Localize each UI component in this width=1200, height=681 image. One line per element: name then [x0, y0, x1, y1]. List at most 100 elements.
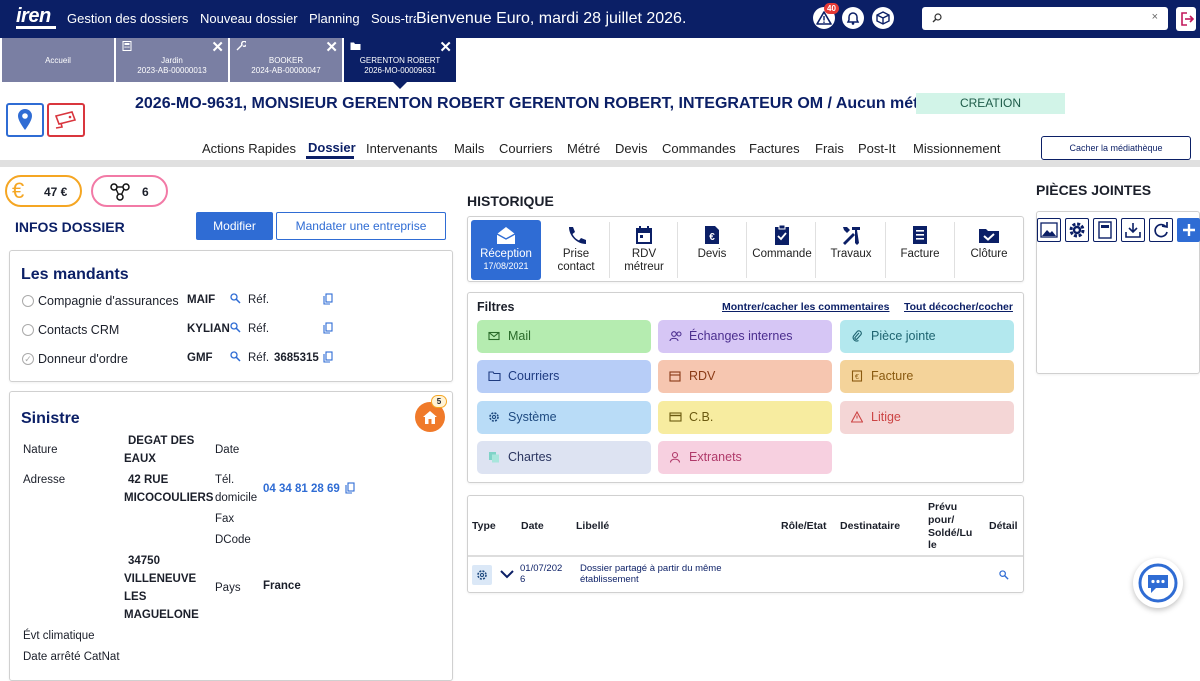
filter-rdv[interactable]: RDV [658, 360, 832, 393]
step-devis[interactable]: € Devis [680, 220, 744, 280]
search-clear-icon[interactable]: × [1152, 11, 1158, 23]
step-rdv-metreur[interactable]: RDV métreur [612, 220, 676, 280]
chat-button[interactable] [1133, 558, 1183, 608]
logout-button[interactable] [1176, 7, 1196, 31]
radio-contacts-crm[interactable] [22, 324, 34, 336]
dcode-label: DCode [215, 534, 251, 546]
city-line-4: MAGUELONE [124, 609, 199, 621]
tab-number: 2024-AB-00000047 [251, 66, 321, 75]
step-reception[interactable]: Réception 17/08/2021 [471, 220, 541, 280]
close-icon[interactable]: ✕ [325, 40, 338, 55]
step-commande[interactable]: Commande [749, 220, 815, 280]
mandants-title: Les mandants [21, 266, 129, 283]
step-label: Prise [562, 248, 590, 260]
refresh-button[interactable] [1149, 218, 1173, 242]
address-line-2: MICOCOULIERS [124, 492, 214, 504]
filter-mail[interactable]: Mail [477, 320, 651, 353]
fax-label: Fax [215, 513, 235, 525]
tel-label-1: Tél. [215, 474, 235, 486]
app-logo[interactable]: iren [16, 5, 56, 29]
search-icon[interactable] [230, 322, 241, 333]
box-icon[interactable] [872, 7, 894, 29]
pays-label: Pays [215, 582, 241, 594]
map-button[interactable] [6, 103, 44, 137]
tab-accueil[interactable]: Accueil [2, 38, 114, 82]
filter-label: Facture [871, 369, 914, 383]
tab-jardin[interactable]: ✕ Jardin 2023-AB-00000013 [116, 38, 228, 82]
chevron-down-icon[interactable] [500, 569, 514, 579]
copy-icon[interactable] [323, 293, 333, 305]
nav-planning[interactable]: Planning [309, 11, 360, 26]
filter-chartes[interactable]: Chartes [477, 441, 651, 474]
nav-sous-traitance[interactable]: Sous-traitance [371, 11, 416, 26]
add-attachment-button[interactable] [1177, 218, 1200, 242]
radio-compagnie[interactable] [22, 295, 34, 307]
pieces-jointes-title: PIÈCES JOINTES [1036, 182, 1152, 198]
tab-frais[interactable]: Frais [815, 141, 844, 156]
camera-button[interactable] [47, 103, 85, 137]
filter-courriers[interactable]: Courriers [477, 360, 651, 393]
tab-booker[interactable]: ✕ BOOKER 2024-AB-00000047 [230, 38, 342, 82]
filter-echanges-internes[interactable]: Échanges internes [658, 320, 832, 353]
users-icon [669, 331, 682, 342]
filter-litige[interactable]: Litige [840, 401, 1014, 434]
step-facture[interactable]: Facture [888, 220, 952, 280]
search-icon[interactable] [230, 293, 241, 304]
ref-label: Réf. [248, 352, 270, 364]
toggle-all-link[interactable]: Tout décocher/cocher [904, 301, 1013, 313]
filter-facture[interactable]: € Facture [840, 360, 1014, 393]
nav-gestion-dossiers[interactable]: Gestion des dossiers [67, 11, 188, 26]
radio-donneur-ordre[interactable]: ✓ [22, 353, 34, 365]
toggle-comments-link[interactable]: Montrer/cacher les commentaires [722, 301, 890, 313]
copy-icon[interactable] [323, 351, 333, 363]
tab-post-it[interactable]: Post-It [858, 141, 896, 156]
filter-systeme[interactable]: Système [477, 401, 651, 434]
tab-courriers[interactable]: Courriers [499, 141, 552, 156]
search-input[interactable] [946, 10, 1146, 26]
step-travaux[interactable]: Travaux [818, 220, 884, 280]
amount-pill[interactable]: € 47 € [5, 175, 82, 207]
tab-gerenton-robert[interactable]: ✕ GERENTON ROBERT 2026-MO-00009631 [344, 38, 456, 82]
clipboard-check-icon [775, 224, 789, 245]
filter-extranets[interactable]: Extranets [658, 441, 832, 474]
tab-number: 2023-AB-00000013 [137, 66, 207, 75]
mandate-company-button[interactable]: Mandater une entreprise [276, 212, 446, 240]
tab-devis[interactable]: Devis [615, 141, 648, 156]
step-prise-contact[interactable]: Prise contact [545, 220, 607, 280]
tab-mails[interactable]: Mails [454, 141, 484, 156]
mandants-card: Les mandants Compagnie d'assurances MAIF… [9, 250, 453, 382]
tel-value[interactable]: 04 34 81 28 69 [263, 483, 340, 495]
euro-doc-icon: € [851, 370, 863, 382]
settings-button[interactable] [1065, 218, 1089, 242]
tab-commandes[interactable]: Commandes [662, 141, 736, 156]
tab-metre[interactable]: Métré [567, 141, 600, 156]
euro-icon: € [12, 178, 25, 203]
filter-cb[interactable]: C.B. [658, 401, 832, 434]
tab-actions-rapides[interactable]: Actions Rapides [202, 141, 296, 156]
nav-nouveau-dossier[interactable]: Nouveau dossier [200, 11, 298, 26]
tab-missionnement[interactable]: Missionnement [913, 141, 1000, 156]
search-icon[interactable] [999, 570, 1009, 580]
copy-icon[interactable] [323, 322, 333, 334]
document-button[interactable] [1093, 218, 1117, 242]
close-icon[interactable]: ✕ [439, 40, 452, 55]
copy-icon[interactable] [345, 482, 355, 494]
tab-intervenants[interactable]: Intervenants [366, 141, 438, 156]
download-button[interactable] [1121, 218, 1145, 242]
search-icon[interactable] [230, 351, 241, 362]
hide-media-button[interactable]: Cacher la médiathèque [1041, 136, 1191, 160]
modify-button[interactable]: Modifier [196, 212, 273, 240]
tab-dossier[interactable]: Dossier [308, 140, 356, 155]
close-icon[interactable]: ✕ [211, 40, 224, 55]
filter-label: Système [508, 410, 557, 424]
paperclip-icon [852, 330, 862, 342]
bell-icon[interactable] [842, 7, 864, 29]
search-box[interactable]: × [922, 7, 1168, 30]
image-button[interactable] [1037, 218, 1061, 242]
linked-items-pill[interactable]: 6 [91, 175, 168, 207]
row-date-1: 01/07/202 [520, 563, 563, 574]
status-badge: CREATION [916, 93, 1065, 114]
step-cloture[interactable]: Clôture [957, 220, 1021, 280]
tab-factures[interactable]: Factures [749, 141, 800, 156]
filter-piece-jointe[interactable]: Pièce jointe [840, 320, 1014, 353]
